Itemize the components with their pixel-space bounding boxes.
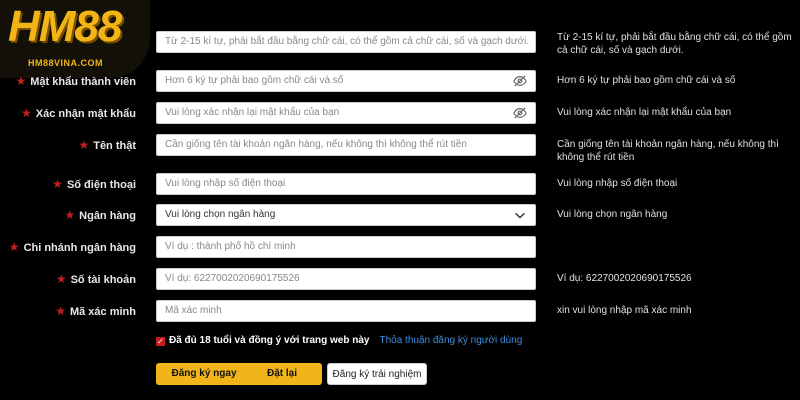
captcha-input[interactable]: Mã xác minh	[156, 300, 536, 322]
required-star-icon: ★	[64, 208, 76, 222]
agreement: ✓ Đã đủ 18 tuổi và đồng ý với trang web n…	[156, 335, 522, 346]
branch-label: ★ Chi nhánh ngân hàng	[8, 240, 136, 254]
username-input[interactable]: Từ 2-15 kí tự, phải bắt đầu bằng chữ cái…	[156, 31, 536, 53]
account-number-label: ★ Số tài khoản	[55, 272, 136, 286]
agree-text: Đã đủ 18 tuổi và đồng ý với trang web nà…	[169, 335, 370, 346]
reset-button[interactable]: Đặt lại	[242, 363, 322, 385]
bank-label: ★ Ngân hàng	[64, 208, 136, 222]
confirm-password-hint: Vui lòng xác nhận lại mật khẩu của bạn	[557, 107, 732, 118]
confirm-password-input[interactable]: Vui lòng xác nhận lại mật khẩu của bạn	[156, 102, 536, 124]
required-star-icon: ★	[52, 177, 63, 191]
required-star-icon: ★	[55, 304, 66, 318]
required-star-icon: ★	[55, 272, 67, 286]
agree-checkbox[interactable]: ✓	[156, 337, 165, 346]
captcha-label: ★ Mã xác minh	[55, 304, 136, 318]
real-name-input[interactable]: Cần giống tên tài khoản ngân hàng, nếu k…	[156, 134, 536, 156]
required-star-icon: ★	[78, 138, 90, 152]
bank-hint: Vui lòng chọn ngân hàng	[557, 209, 668, 220]
logo-text: HM88	[8, 2, 122, 51]
register-button[interactable]: Đăng ký ngay	[156, 363, 252, 385]
real-name-hint: Cần giống tên tài khoản ngân hàng, nếu k…	[557, 139, 779, 163]
logo-subtext: HM88VINA.COM	[28, 58, 104, 68]
chevron-down-icon	[515, 212, 525, 219]
eye-off-icon[interactable]	[513, 74, 527, 88]
bank-select[interactable]: Vui lòng chọn ngân hàng	[156, 204, 536, 226]
trial-register-button[interactable]: Đăng ký trải nghiệm	[327, 363, 427, 385]
phone-input[interactable]: Vui lòng nhập số điện thoại	[156, 173, 536, 195]
confirm-password-label: ★ Xác nhận mật khẩu	[20, 106, 136, 120]
real-name-label: ★ Tên thật	[78, 138, 136, 152]
terms-link[interactable]: Thỏa thuận đăng ký người dùng	[379, 335, 522, 346]
required-star-icon: ★	[20, 106, 32, 120]
password-input[interactable]: Hơn 6 ký tự phải bao gồm chữ cái và số	[156, 70, 536, 92]
branch-input[interactable]: Ví dụ : thành phố hồ chí minh	[156, 236, 536, 258]
username-hint: Từ 2-15 kí tự, phải bắt đầu bằng chữ cái…	[557, 32, 792, 56]
required-star-icon: ★	[8, 240, 20, 254]
account-number-hint: Ví dụ: 6227002020690175526	[557, 273, 692, 284]
account-number-input[interactable]: Ví dụ: 6227002020690175526	[156, 268, 536, 290]
phone-hint: Vui lòng nhập số điện thoại	[557, 178, 678, 189]
password-hint: Hơn 6 ký tự phải bao gồm chữ cái và số	[557, 75, 736, 86]
brand-logo[interactable]: HM88 HM88VINA.COM	[0, 0, 150, 78]
phone-label: ★ Số điện thoại	[52, 177, 136, 191]
password-label: ★ Mật khẩu thành viên	[15, 74, 136, 88]
required-star-icon: ★	[15, 74, 27, 88]
eye-off-icon[interactable]	[513, 106, 527, 120]
captcha-hint: xin vui lòng nhập mã xác minh	[557, 305, 692, 316]
